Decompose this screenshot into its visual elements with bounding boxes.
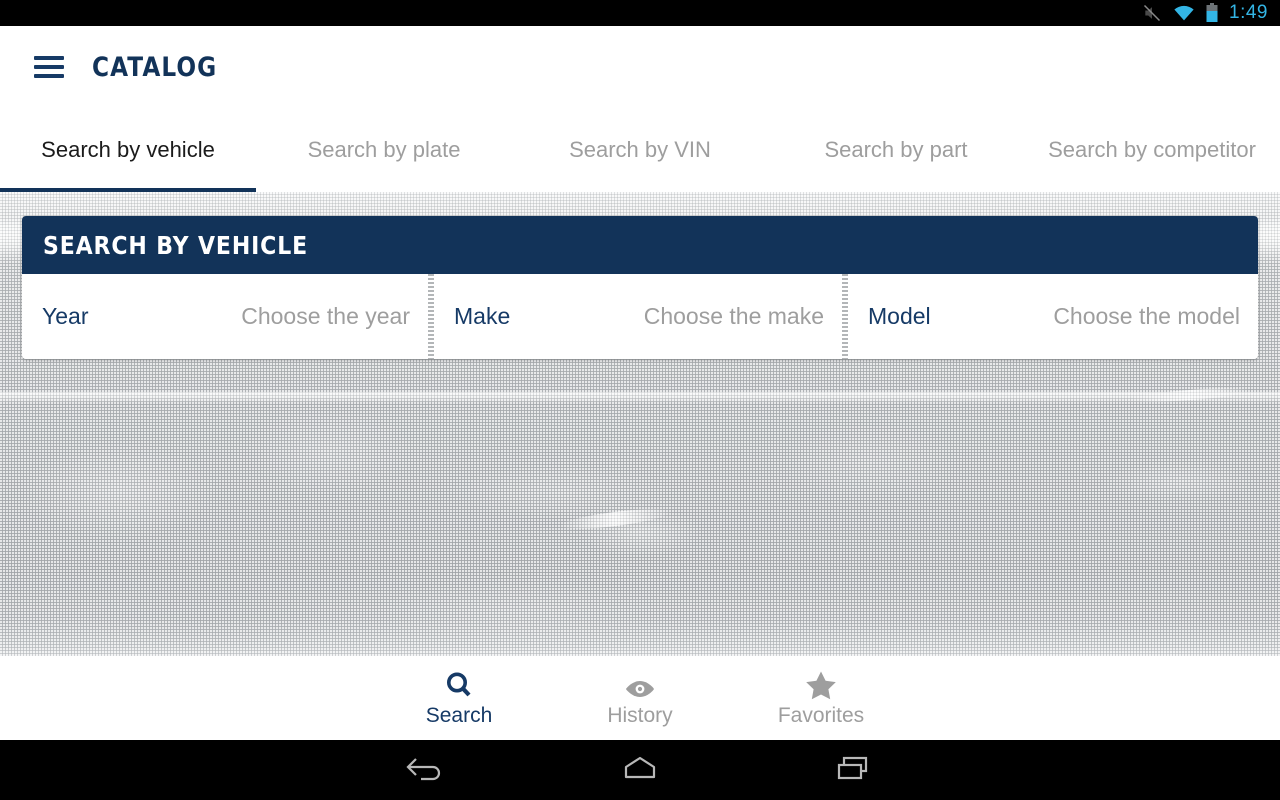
- status-time: 1:49: [1229, 2, 1268, 23]
- year-value: Choose the year: [241, 303, 411, 329]
- model-label: Model: [868, 303, 931, 329]
- tab-search-by-plate[interactable]: Search by plate: [256, 108, 512, 192]
- bottom-nav-item-search[interactable]: Search: [369, 668, 550, 728]
- android-nav-bar: [0, 740, 1280, 800]
- bottom-nav-item-favorites[interactable]: Favorites: [731, 668, 912, 728]
- app-bar: CATALOG: [0, 26, 1280, 108]
- mute-icon: [1142, 3, 1162, 23]
- bottom-navigation: Search History Favorites: [0, 656, 1280, 740]
- make-label: Make: [454, 303, 511, 329]
- page-title: CATALOG: [92, 51, 218, 83]
- search-by-vehicle-card: SEARCH BY VEHICLE Year Choose the year M…: [22, 216, 1258, 359]
- back-arrow-icon: [403, 753, 449, 788]
- home-button[interactable]: [533, 753, 747, 788]
- model-selector[interactable]: Model Choose the model: [848, 274, 1258, 359]
- tab-bar: Search by vehicle Search by plate Search…: [0, 108, 1280, 192]
- app-root: 1:49 CATALOG Search by vehicle Search by…: [0, 0, 1280, 800]
- back-button[interactable]: [319, 753, 533, 788]
- search-icon: [444, 668, 474, 700]
- tab-search-by-competitor[interactable]: Search by competitor: [1024, 108, 1280, 192]
- eye-icon: [624, 668, 656, 700]
- bottom-nav-item-history[interactable]: History: [550, 668, 731, 728]
- recents-button[interactable]: [747, 753, 961, 788]
- make-value: Choose the make: [643, 303, 825, 329]
- bottom-nav-label: Search: [425, 704, 493, 727]
- model-value: Choose the model: [1053, 303, 1240, 329]
- tab-search-by-part[interactable]: Search by part: [768, 108, 1024, 192]
- bottom-nav-label: History: [607, 704, 673, 727]
- year-selector[interactable]: Year Choose the year: [22, 274, 428, 359]
- home-icon: [617, 753, 663, 788]
- recents-icon: [831, 753, 877, 788]
- battery-icon: [1206, 3, 1218, 23]
- card-title: SEARCH BY VEHICLE: [43, 230, 309, 260]
- wifi-icon: [1173, 4, 1195, 22]
- card-body: Year Choose the year Make Choose the mak…: [22, 274, 1258, 359]
- hamburger-menu-icon[interactable]: [34, 56, 64, 78]
- android-status-bar: 1:49: [0, 0, 1280, 26]
- year-label: Year: [42, 303, 89, 329]
- tab-label: Search by competitor: [1048, 136, 1256, 162]
- tab-label: Search by part: [824, 136, 968, 162]
- tab-search-by-vin[interactable]: Search by VIN: [512, 108, 768, 192]
- card-header: SEARCH BY VEHICLE: [22, 216, 1258, 274]
- bottom-nav-label: Favorites: [777, 704, 865, 727]
- tab-search-by-vehicle[interactable]: Search by vehicle: [0, 108, 256, 192]
- make-selector[interactable]: Make Choose the make: [434, 274, 842, 359]
- tab-label: Search by vehicle: [41, 136, 215, 162]
- tab-label: Search by plate: [307, 136, 461, 162]
- tab-label: Search by VIN: [569, 136, 711, 162]
- star-icon: [805, 668, 837, 700]
